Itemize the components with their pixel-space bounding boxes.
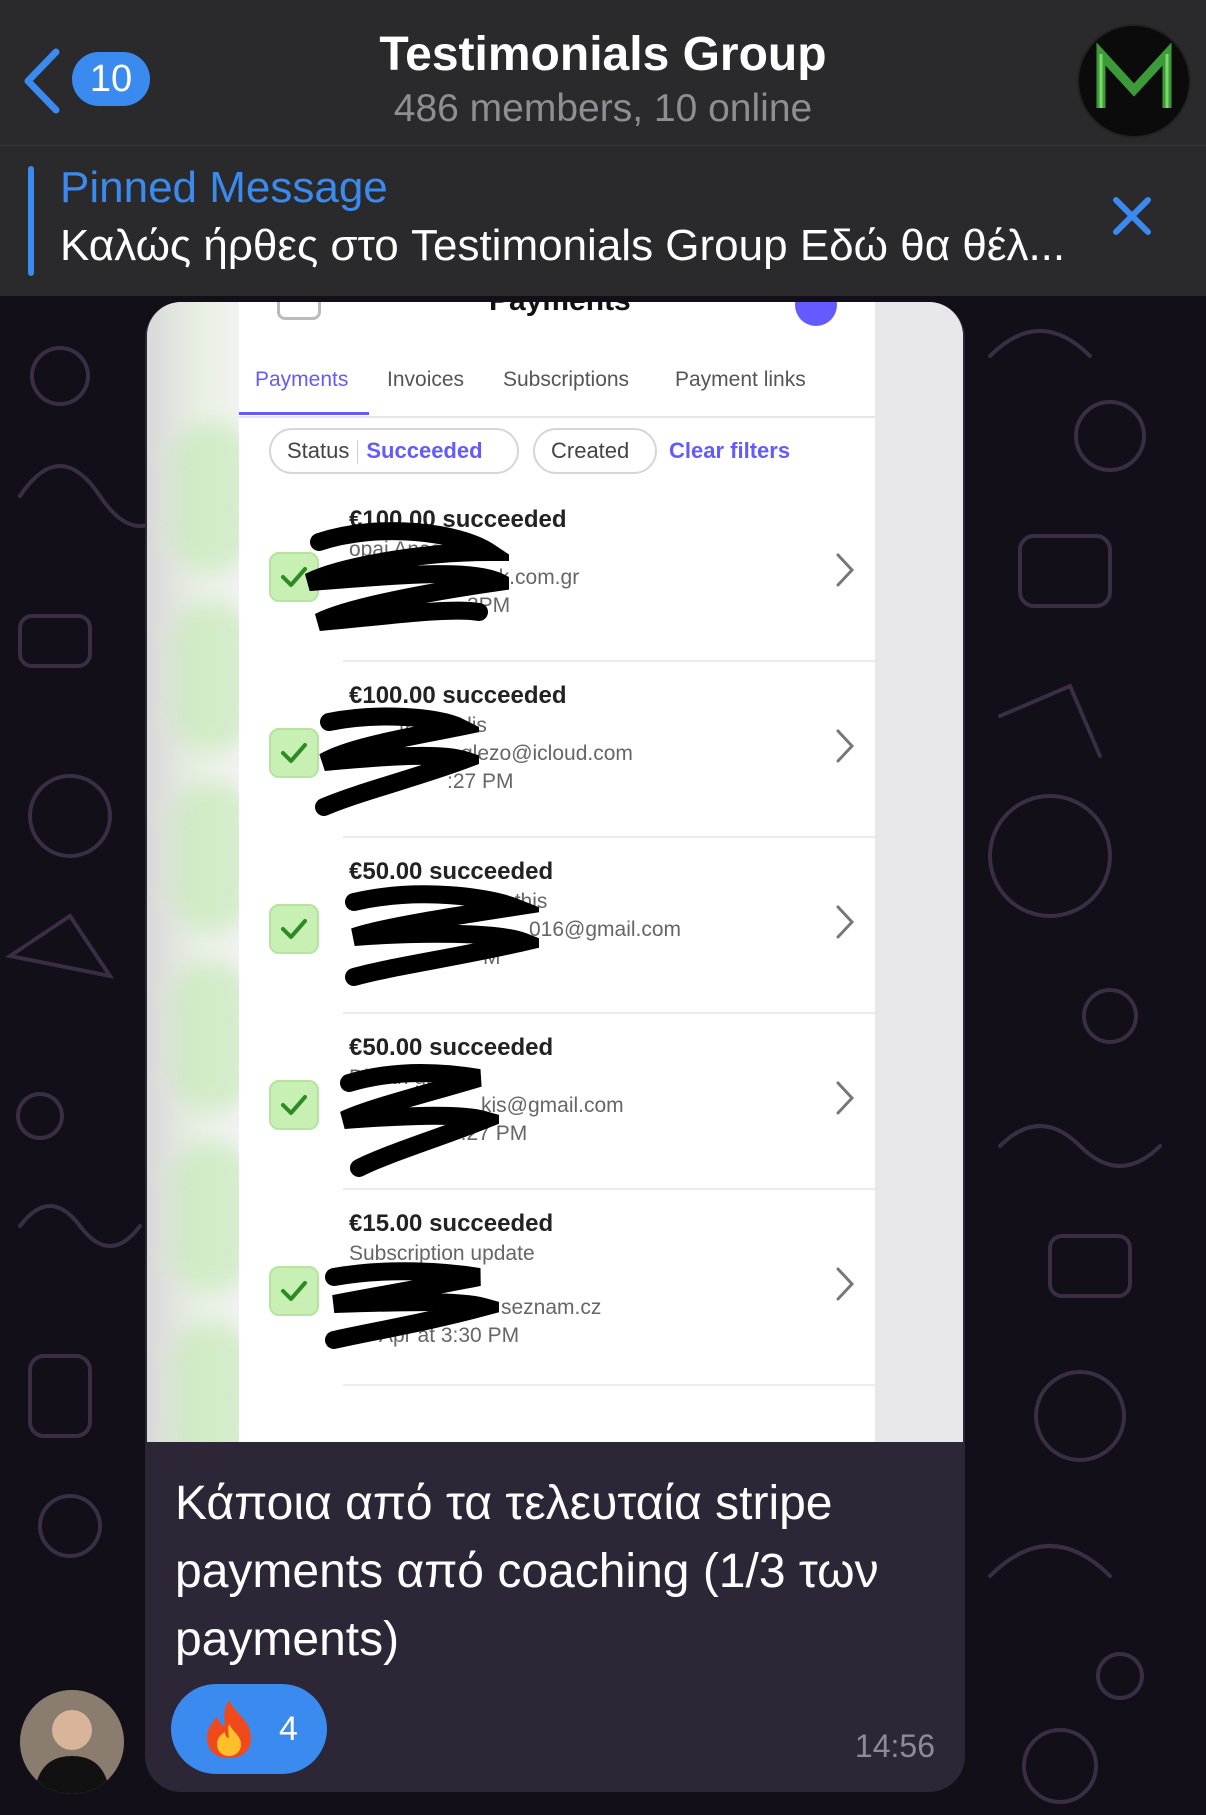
tab-invoices: Invoices (387, 368, 465, 391)
row-divider (343, 1384, 875, 1386)
payment-row: €100.00 succeeded opai Anastasis ok.com.… (239, 486, 875, 662)
payment-amount: €15.00 succeeded (349, 1210, 554, 1237)
pinned-message-bar[interactable]: Pinned Message Καλώς ήρθες στο Testimoni… (0, 146, 1206, 296)
reaction-chip[interactable]: 4 (171, 1684, 327, 1774)
payment-email: kis@gmail.com (481, 1094, 624, 1117)
message-caption: Κάποια από τα τελευταία stripe payments … (175, 1477, 879, 1666)
close-icon[interactable] (1110, 194, 1154, 238)
chat-subtitle: 486 members, 10 online (393, 87, 813, 130)
status-filter-value: Succeeded (366, 438, 483, 463)
pinned-indicator (28, 166, 34, 276)
created-filter-chip: Created (533, 428, 657, 474)
screenshot-tabs: Payments Invoices Subscriptions Payment … (239, 362, 875, 418)
active-tab-underline (239, 412, 369, 415)
tab-payment-links: Payment links (675, 368, 806, 391)
fire-emoji-icon (207, 1700, 251, 1758)
payment-email: seznam.cz (501, 1296, 602, 1319)
redaction-scribble (345, 885, 539, 986)
redaction-scribble (315, 707, 479, 816)
payment-email: 016@gmail.com (529, 918, 682, 941)
chat-title[interactable]: Testimonials Group (300, 26, 906, 84)
redaction-scribble (304, 522, 509, 631)
chevron-right-icon (836, 1267, 855, 1301)
plus-icon (795, 302, 837, 326)
chevron-right-icon (836, 729, 855, 763)
group-logo-icon (1096, 42, 1172, 108)
pinned-title: Pinned Message (60, 163, 388, 212)
redaction-scribble (340, 1064, 499, 1177)
chevron-right-icon (836, 553, 855, 587)
screenshot-title: Payments (489, 302, 631, 318)
tab-subscriptions: Subscriptions (503, 368, 630, 391)
group-avatar[interactable] (1077, 24, 1191, 138)
tab-payments: Payments (255, 368, 349, 391)
check-icon (269, 1080, 319, 1130)
check-icon (269, 904, 319, 954)
reaction-count: 4 (279, 1710, 298, 1748)
message-photo[interactable]: Payments Payments Invoices Subscriptions… (147, 302, 963, 1442)
status-filter-chip: Status Succeeded (269, 428, 519, 474)
message-time: 14:56 (854, 1728, 935, 1764)
clear-filters-link: Clear filters (669, 438, 791, 463)
chevron-right-icon (836, 905, 855, 939)
check-icon (269, 1266, 319, 1316)
message-bubble[interactable]: Payments Payments Invoices Subscriptions… (145, 302, 965, 1792)
payments-screenshot: Payments Payments Invoices Subscriptions… (239, 302, 875, 1442)
payment-email: glezo@icloud.com (461, 742, 633, 765)
sender-avatar[interactable] (20, 1690, 124, 1794)
back-chevron-icon[interactable] (18, 46, 66, 116)
payment-row: €50.00 succeeded Dimitri gas kis@gmail.c… (239, 1014, 875, 1190)
payment-row: €100.00 succeeded tasia T lis glezo@iclo… (239, 662, 875, 838)
person-icon (20, 1690, 124, 1794)
menu-icon (277, 302, 321, 320)
unread-count-badge[interactable]: 10 (72, 52, 150, 106)
chat-header: 10 Testimonials Group 486 members, 10 on… (0, 0, 1206, 146)
payment-row: €50.00 succeeded ostathis 016@gmail.com … (239, 838, 875, 1014)
redaction-scribble (325, 1262, 499, 1349)
chevron-right-icon (836, 1081, 855, 1115)
payment-row: €15.00 succeeded Subscription update sez… (239, 1190, 875, 1386)
status-filter-label: Status (287, 438, 350, 463)
photo-right-edge (875, 302, 963, 1442)
pinned-text: Καλώς ήρθες στο Testimonials Group Εδώ θ… (60, 221, 1066, 270)
